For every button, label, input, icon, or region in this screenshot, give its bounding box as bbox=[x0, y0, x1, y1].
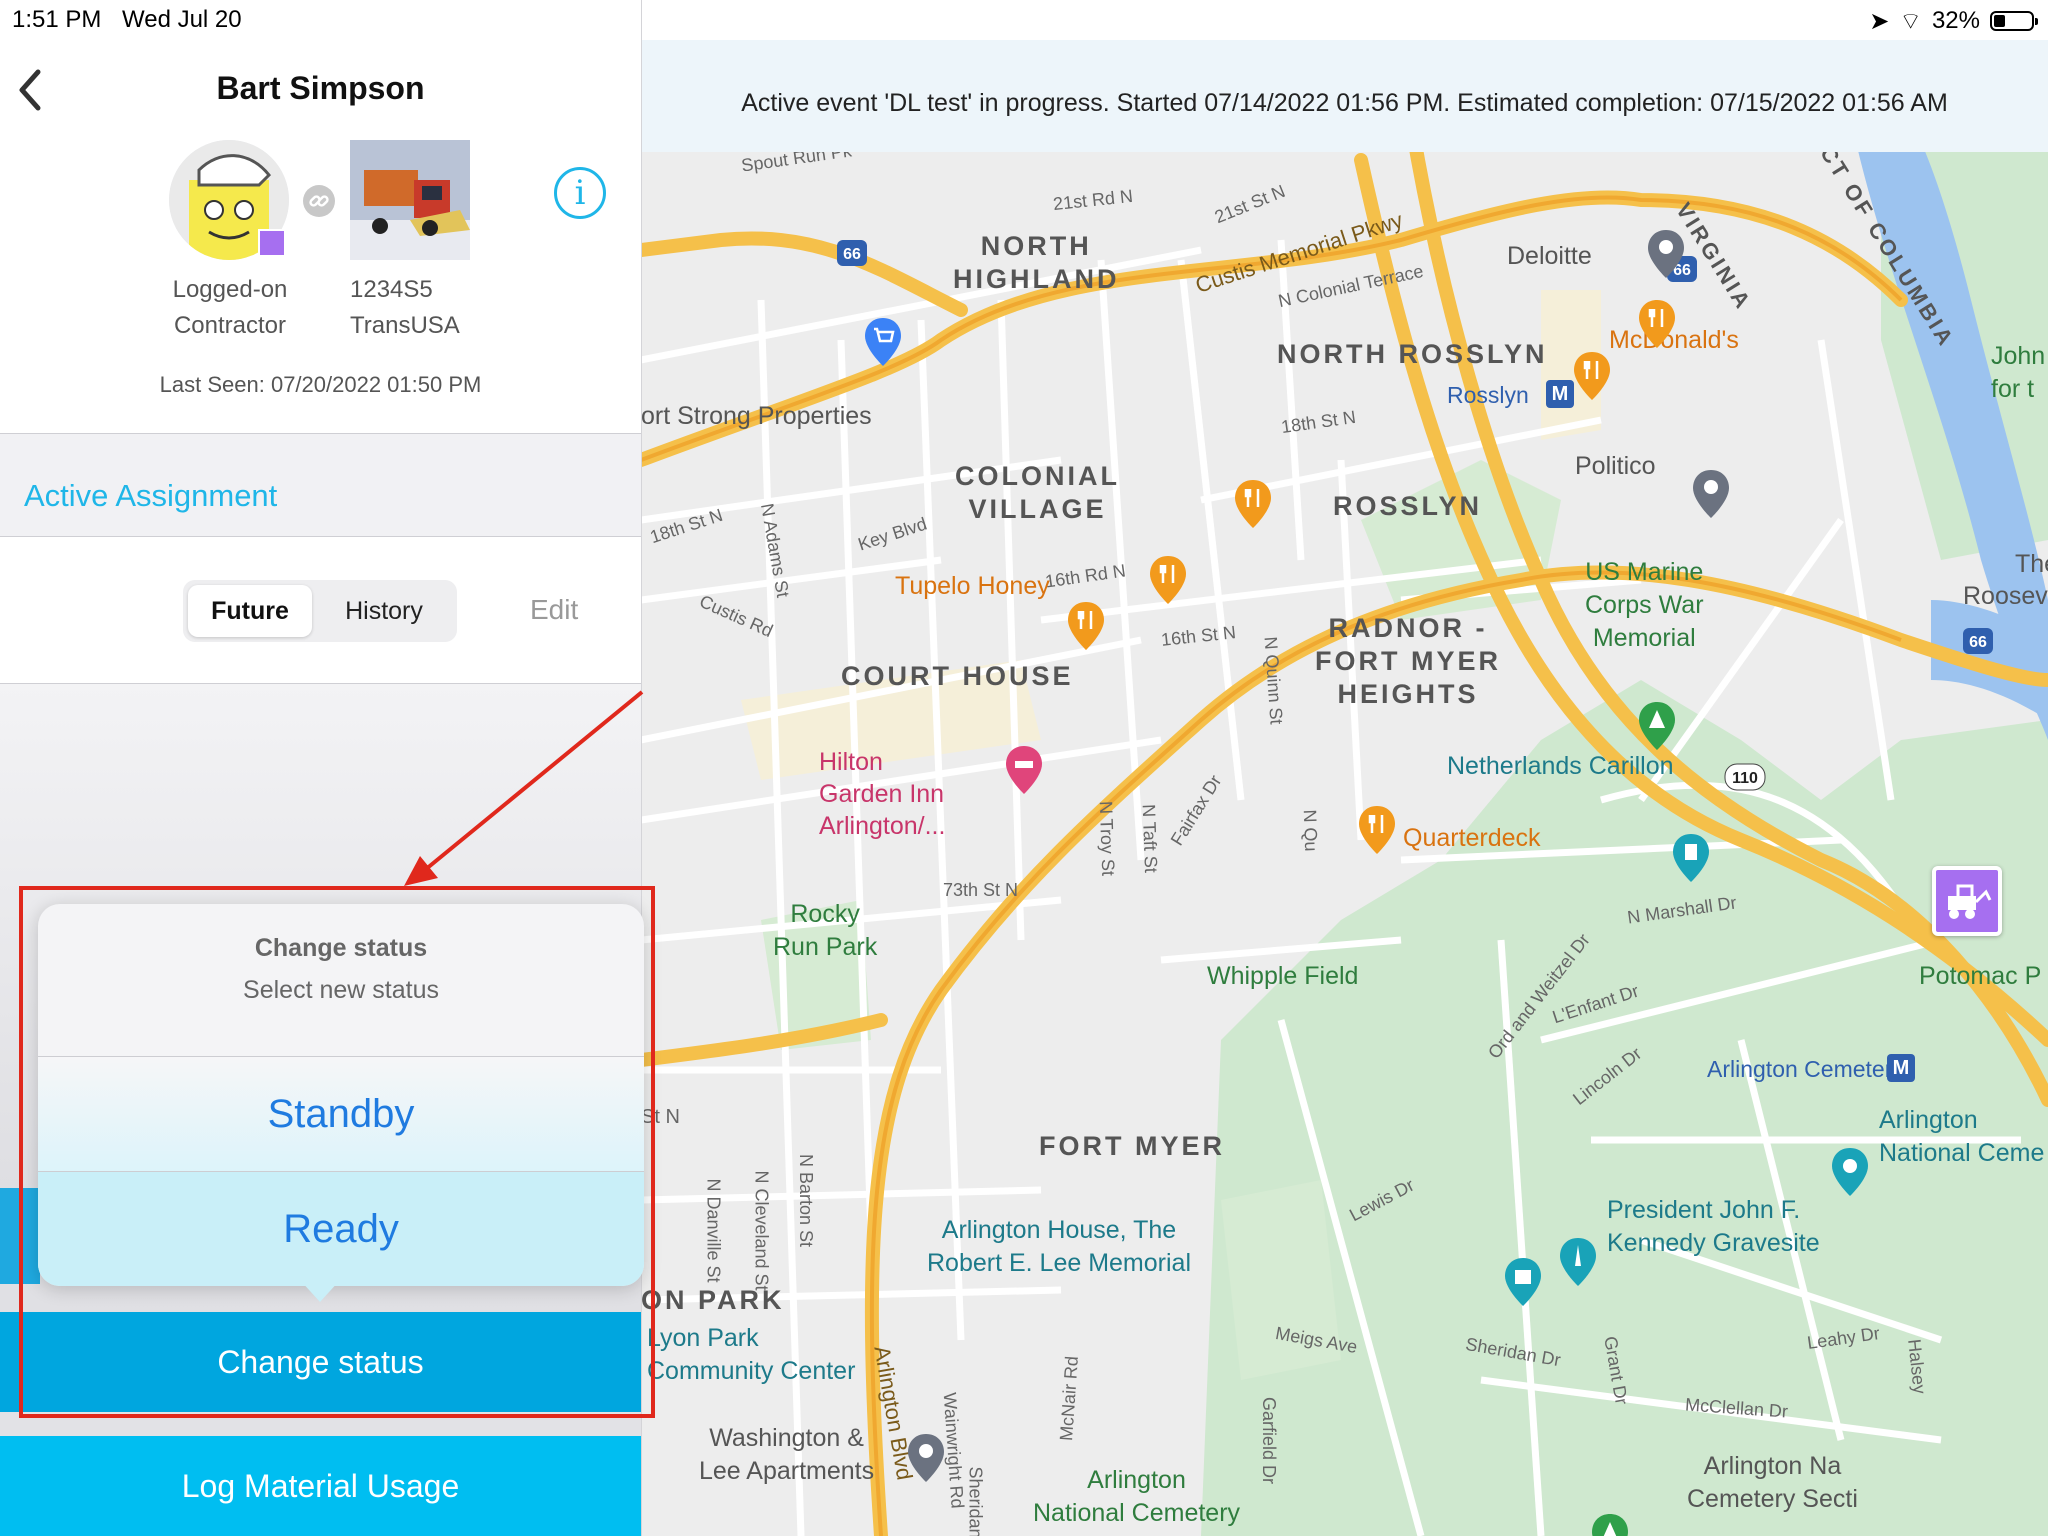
poi-arlington-national-cemetery[interactable]: Arlington National Cemetery bbox=[1033, 1464, 1240, 1530]
street-label: Garfield Dr bbox=[1259, 1396, 1280, 1485]
restaurant-pin-icon[interactable] bbox=[1572, 350, 1612, 402]
street-label: N Cleveland St bbox=[751, 1170, 772, 1291]
log-material-usage-button[interactable]: Log Material Usage bbox=[0, 1436, 641, 1536]
user-role-line1: Logged-on bbox=[172, 276, 288, 303]
landmark-pin-icon[interactable] bbox=[1671, 832, 1711, 884]
info-button[interactable]: i bbox=[554, 167, 606, 219]
svg-text:66: 66 bbox=[1969, 634, 1987, 651]
battery-icon bbox=[1990, 11, 2038, 31]
poi-arlington-cemetery-station[interactable]: Arlington Cemetery bbox=[1707, 1056, 1904, 1083]
svg-text:110: 110 bbox=[1732, 770, 1758, 787]
poi-carillon[interactable]: Netherlands Carillon bbox=[1447, 750, 1674, 783]
restaurant-pin-icon[interactable] bbox=[1233, 478, 1273, 530]
vehicle-info: 1234S5 TransUSA bbox=[350, 272, 460, 344]
poi-marine-memorial[interactable]: US Marine Corps War Memorial bbox=[1585, 556, 1704, 655]
location-arrow-icon: ➤ bbox=[1869, 7, 1890, 35]
map-view[interactable]: 66 66 66 110 NORTH HIGHLAND NORTH ROSSLYN… bbox=[641, 40, 2048, 1536]
poi-whipple-field[interactable]: Whipple Field bbox=[1207, 960, 1358, 993]
vehicle-id: 1234S5 bbox=[350, 276, 433, 303]
poi-arlington-house[interactable]: Arlington House, The Robert E. Lee Memori… bbox=[927, 1214, 1191, 1280]
camera-pin-icon[interactable] bbox=[1830, 1146, 1870, 1198]
map-pin-icon[interactable] bbox=[906, 1432, 946, 1484]
area-north-rosslyn: NORTH ROSSLYN bbox=[1277, 339, 1548, 369]
hotel-pin-icon[interactable] bbox=[1004, 744, 1044, 796]
poi-strong-properties[interactable]: ort Strong Properties bbox=[641, 402, 872, 431]
street-label: N Qu bbox=[1299, 809, 1322, 852]
street-label: Sheridan A bbox=[965, 1466, 986, 1536]
map-pin-icon[interactable] bbox=[1691, 468, 1731, 520]
poi-jfk-gravesite[interactable]: President John F. Kennedy Gravesite bbox=[1607, 1194, 1820, 1260]
restaurant-pin-icon[interactable] bbox=[1357, 804, 1397, 856]
poi-quarterdeck[interactable]: Quarterdeck bbox=[1403, 824, 1541, 853]
user-role: Logged-on Contractor bbox=[150, 272, 310, 344]
edit-button[interactable]: Edit bbox=[530, 594, 578, 626]
poi-john[interactable]: John for t bbox=[1991, 340, 2045, 406]
annotation-highlight-box bbox=[19, 886, 655, 1418]
map-pin-icon[interactable] bbox=[1646, 228, 1686, 280]
metro-icon[interactable]: M bbox=[1887, 1054, 1915, 1082]
user-status-indicator bbox=[258, 229, 286, 257]
area-radnor: RADNOR - FORT MYER HEIGHTS bbox=[1315, 613, 1501, 709]
shopping-pin-icon[interactable] bbox=[863, 316, 903, 368]
poi-deloitte[interactable]: Deloitte bbox=[1507, 242, 1592, 271]
divider bbox=[0, 536, 641, 537]
link-icon bbox=[303, 185, 335, 217]
wifi-icon: ⌔ bbox=[1899, 8, 1922, 35]
poi-rosslyn-metro[interactable]: Rosslyn bbox=[1447, 382, 1529, 409]
street-label: N Troy St bbox=[1095, 800, 1119, 877]
metro-icon[interactable]: M bbox=[1546, 380, 1574, 408]
restaurant-pin-icon[interactable] bbox=[1637, 298, 1677, 350]
tab-future[interactable]: Future bbox=[188, 585, 312, 637]
status-indicators: ➤ ⌔ 32% bbox=[1869, 6, 2038, 36]
info-icon: i bbox=[574, 173, 586, 213]
restaurant-pin-icon[interactable] bbox=[1148, 554, 1188, 606]
landmark-pin-icon[interactable] bbox=[1558, 1236, 1598, 1288]
user-role-line2: Contractor bbox=[173, 312, 287, 339]
poi-potomac[interactable]: Potomac P bbox=[1919, 960, 2041, 993]
memorial-pin-icon[interactable] bbox=[1590, 1512, 1630, 1536]
vehicle-photo[interactable] bbox=[350, 140, 470, 260]
battery-percent: 32% bbox=[1931, 7, 1980, 34]
annotation-arrow-icon bbox=[404, 690, 644, 886]
svg-text:66: 66 bbox=[843, 246, 861, 263]
area-colonial-village: COLONIAL VILLAGE bbox=[955, 461, 1120, 524]
poi-arlington-national-ceme[interactable]: Arlington National Ceme bbox=[1879, 1104, 2044, 1170]
poi-arl-cemetery-section[interactable]: Arlington Na Cemetery Secti bbox=[1687, 1450, 1858, 1516]
status-time-left: 1:51 PM bbox=[12, 6, 102, 33]
street-label: N Taft St bbox=[1138, 803, 1162, 874]
poi-washington-lee[interactable]: Washington & Lee Apartments bbox=[699, 1422, 874, 1488]
street-label: N Danville St bbox=[703, 1178, 724, 1283]
area-rosslyn: ROSSLYN bbox=[1333, 491, 1483, 521]
vehicle-company: TransUSA bbox=[350, 312, 460, 339]
poi-theo[interactable]: Theo bbox=[2015, 550, 2048, 579]
poi-politico[interactable]: Politico bbox=[1575, 452, 1656, 481]
memorial-pin-icon[interactable] bbox=[1637, 700, 1677, 752]
poi-tupelo-honey[interactable]: Tupelo Honey bbox=[895, 572, 1050, 601]
street-label: N Barton St bbox=[796, 1153, 817, 1248]
equipment-marker-icon[interactable] bbox=[1932, 866, 2002, 936]
active-event-banner-text: Active event 'DL test' in progress. Star… bbox=[741, 89, 1948, 117]
last-seen: Last Seen: 07/20/2022 01:50 PM bbox=[159, 372, 482, 397]
status-date-left: Wed Jul 20 bbox=[122, 6, 242, 33]
area-fort-myer: FORT MYER bbox=[1039, 1131, 1225, 1161]
page-title: Bart Simpson bbox=[216, 70, 425, 106]
restaurant-pin-icon[interactable] bbox=[1066, 600, 1106, 652]
tab-history[interactable]: History bbox=[316, 585, 452, 637]
poi-hilton[interactable]: Hilton Garden Inn Arlington/... bbox=[819, 746, 959, 842]
area-court-house: COURT HOUSE bbox=[841, 661, 1074, 691]
poi-roosevelt-bridge[interactable]: Roosevelt Bri bbox=[1963, 582, 2048, 611]
poi-lyon-park[interactable]: Lyon Park Community Center bbox=[647, 1322, 855, 1388]
museum-pin-icon[interactable] bbox=[1503, 1256, 1543, 1308]
poi-rocky-run-park[interactable]: Rocky Run Park bbox=[773, 898, 877, 964]
street-label: 73th St N bbox=[943, 880, 1019, 900]
active-assignment-link[interactable]: Active Assignment bbox=[24, 478, 277, 514]
area-north-highland: NORTH HIGHLAND bbox=[953, 231, 1120, 294]
